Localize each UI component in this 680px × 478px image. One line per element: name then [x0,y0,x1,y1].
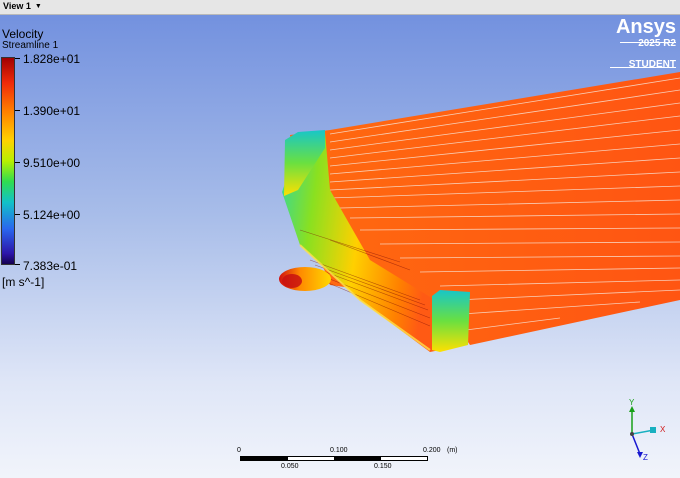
scale-label: 0.200 [423,447,441,454]
axis-triad[interactable]: Y X Z [610,398,670,466]
legend-unit: [m s^-1] [2,275,45,289]
axis-x-label: X [660,425,666,434]
scale-label: 0.100 [330,447,348,454]
logo-word: Ansys [615,16,676,38]
legend-tick-label: 9.510e+00 [23,156,81,170]
axis-z-label: Z [643,453,648,462]
legend-tick-label: 7.383e-01 [23,259,78,273]
streamline-band [290,72,680,345]
legend-variable: Velocity [2,27,44,41]
legend-tick-label: 5.124e+00 [23,208,81,222]
view-toolbar: View 1 ▼ [0,0,680,15]
axis-y-label: Y [629,398,635,407]
logo-version: 2025 R2 [638,38,676,49]
scale-label: 0.050 [281,463,299,470]
view-tab-label: View 1 [3,1,31,11]
ansys-logo: Ansys 2025 R2 STUDENT [610,16,676,70]
scale-label: 0 [237,447,241,454]
streamline-scene [279,72,680,352]
3d-viewport[interactable]: View 1 ▼ Ansys 2025 R2 STUDENT Velocity … [0,0,680,478]
legend-object: Streamline 1 [2,40,59,51]
scale-label: 0.150 [374,463,392,470]
color-legend-bar[interactable] [1,57,15,265]
legend-tick-label: 1.828e+01 [23,52,81,66]
legend-tick-label: 1.390e+01 [23,104,81,118]
logo-edition: STUDENT [628,59,676,70]
view-selector[interactable]: View 1 ▼ [3,1,42,11]
scale-unit: (m) [447,447,458,454]
chevron-down-icon: ▼ [34,2,42,10]
right-winglet [432,290,470,352]
scale-bar [240,456,428,461]
